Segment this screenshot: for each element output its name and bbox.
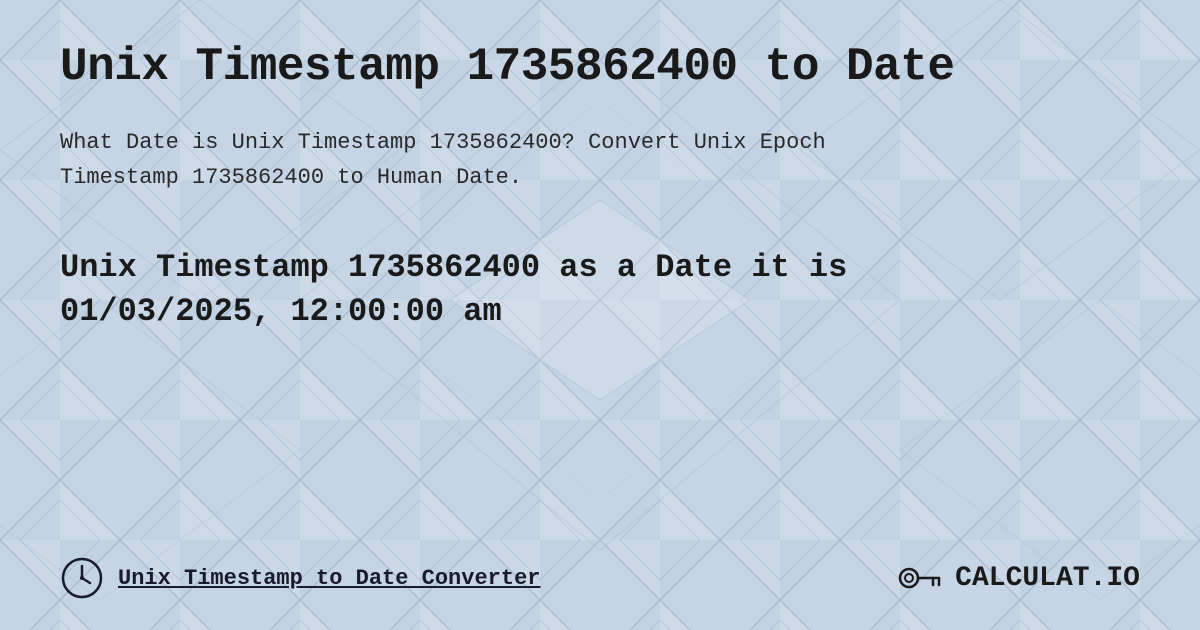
page-title: Unix Timestamp 1735862400 to Date [60,40,1140,95]
description-line1: What Date is Unix Timestamp 1735862400? … [60,130,826,155]
result-line2: 01/03/2025, 12:00:00 am [60,293,502,330]
footer: Unix Timestamp to Date Converter CALCULA… [60,546,1140,600]
result-text: Unix Timestamp 1735862400 as a Date it i… [60,246,1140,336]
description: What Date is Unix Timestamp 1735862400? … [60,125,1140,195]
footer-left: Unix Timestamp to Date Converter [60,556,540,600]
logo-text: CALCULAT.IO [955,563,1140,594]
result-section: Unix Timestamp 1735862400 as a Date it i… [60,246,1140,336]
description-line2: Timestamp 1735862400 to Human Date. [60,165,522,190]
page-content: Unix Timestamp 1735862400 to Date What D… [0,0,1200,630]
clock-icon [60,556,104,600]
main-section: Unix Timestamp 1735862400 to Date What D… [60,40,1140,335]
logo-icon [897,558,947,598]
logo-section: CALCULAT.IO [897,558,1140,598]
result-line1: Unix Timestamp 1735862400 as a Date it i… [60,249,847,286]
footer-link[interactable]: Unix Timestamp to Date Converter [118,566,540,591]
